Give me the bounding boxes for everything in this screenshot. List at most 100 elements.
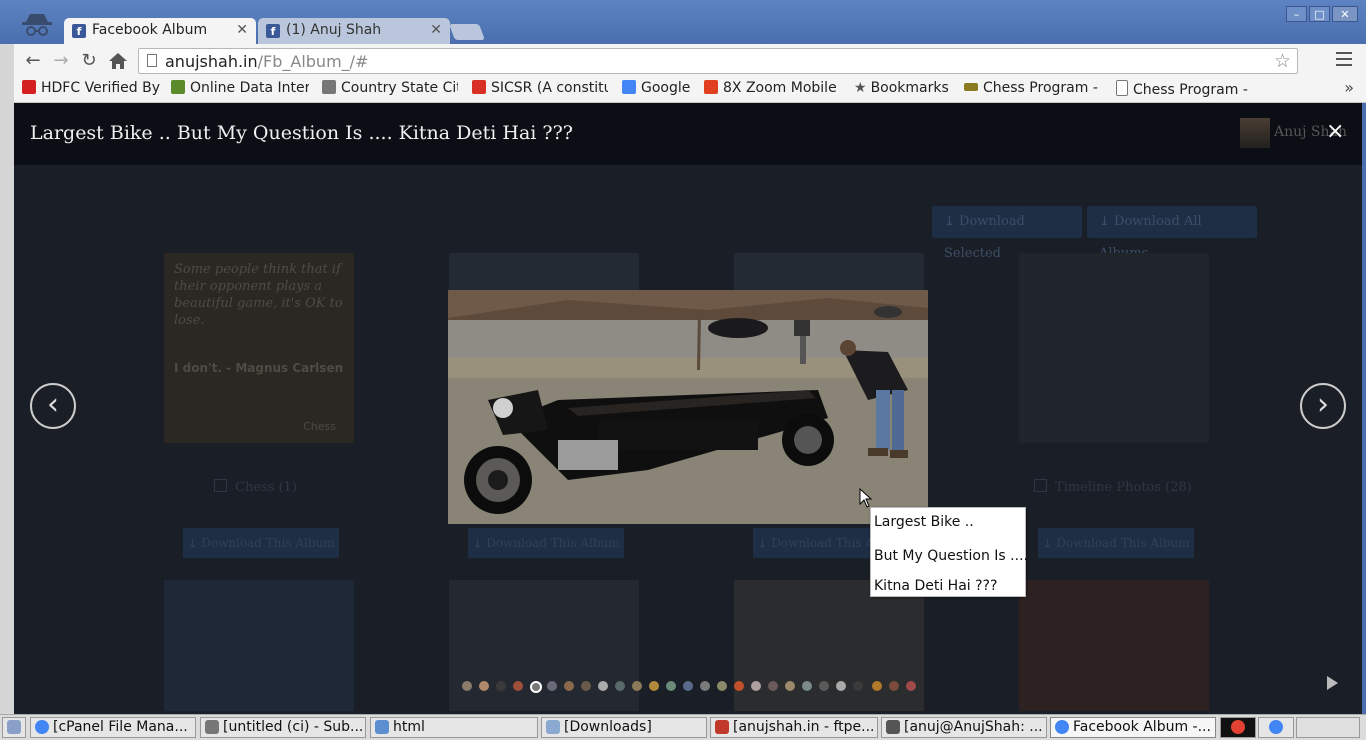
url-text: anujshah.in/Fb_Album_/# [165, 52, 369, 71]
bookmark-chess-program-2[interactable]: Chess Program - [1116, 80, 1250, 98]
tab-facebook-album[interactable]: f Facebook Album ✕ [64, 18, 256, 44]
chrome-icon [1231, 720, 1245, 734]
hdfc-icon [22, 80, 36, 94]
thumbnail-dot[interactable] [547, 681, 557, 691]
album-thumbnail-chess[interactable]: Some people think that if their opponent… [164, 253, 354, 443]
taskbar-item[interactable]: [Downloads] [541, 717, 707, 738]
thumbnail-dot[interactable] [889, 681, 899, 691]
thumbnail-dot[interactable] [530, 681, 542, 693]
show-desktop-button[interactable] [2, 717, 26, 738]
reload-icon[interactable]: ↻ [78, 50, 100, 72]
thumbnail-dot[interactable] [496, 681, 506, 691]
menu-icon[interactable] [1336, 52, 1352, 70]
thumbnail-dot[interactable] [683, 681, 693, 691]
taskbar-item[interactable]: Facebook Album -... [1050, 717, 1216, 738]
forward-arrow-icon[interactable]: → [50, 50, 72, 72]
lightbox-title: Largest Bike .. But My Question Is .... … [30, 122, 573, 144]
taskbar-item[interactable]: html [370, 717, 538, 738]
thumbnail-dot[interactable] [819, 681, 829, 691]
album-thumbnail-timeline[interactable] [1019, 253, 1209, 443]
browser-toolbar: ← → ↻ anujshah.in/Fb_Album_/# ☆ [14, 44, 1366, 78]
album-thumbnail[interactable] [734, 580, 924, 711]
taskbar-item[interactable]: [anujshah.in - ftpe... [710, 717, 878, 738]
chess-quote: Some people think that if their opponent… [174, 262, 343, 328]
taskbar-item[interactable]: [anuj@AnujShah: ... [881, 717, 1047, 738]
taskbar-item[interactable]: [cPanel File Mana... [30, 717, 196, 738]
thumbnail-dot[interactable] [581, 681, 591, 691]
album-thumbnail[interactable] [164, 580, 354, 711]
album-thumbnail[interactable] [449, 580, 639, 711]
download-album-button[interactable]: ⤓ Download This Album [183, 528, 339, 558]
close-lightbox-button[interactable]: × [1326, 119, 1344, 144]
bookmark-google[interactable]: Google [622, 80, 702, 96]
thumbnail-dot[interactable] [632, 681, 642, 691]
thumbnail-dot[interactable] [564, 681, 574, 691]
lightbox-photo [448, 290, 928, 524]
thumbnail-dot[interactable] [853, 681, 863, 691]
thumbnail-dot[interactable] [906, 681, 916, 691]
chess-icon [964, 83, 978, 91]
thumbnail-dot[interactable] [479, 681, 489, 691]
thumbnail-dot[interactable] [700, 681, 710, 691]
thumbnail-dot[interactable] [785, 681, 795, 691]
album-label-chess[interactable]: Chess (1) [214, 479, 297, 495]
thumbnail-dot[interactable] [768, 681, 778, 691]
maximize-button[interactable]: □ [1309, 6, 1330, 22]
bookmark-8x-zoom[interactable]: 8X Zoom Mobile [704, 80, 842, 96]
thumbnail-dot[interactable] [615, 681, 625, 691]
album-thumbnail[interactable] [1019, 580, 1209, 711]
bookmark-country-state[interactable]: Country State Cit [322, 80, 458, 96]
address-bar[interactable]: anujshah.in/Fb_Album_/# ☆ [138, 48, 1298, 74]
more-bookmarks-icon[interactable]: » [1344, 78, 1354, 97]
tray-chrome[interactable] [1258, 717, 1294, 738]
context-menu-item[interactable]: But My Question Is .... [874, 548, 1028, 564]
thumbnail-dot[interactable] [734, 681, 744, 691]
bookmark-sicsr[interactable]: SICSR (A constitu [472, 80, 608, 96]
download-selected-button[interactable]: ⤓ Download Selected [932, 206, 1082, 261]
context-menu-item[interactable]: Kitna Deti Hai ??? [874, 578, 997, 594]
context-menu-item[interactable]: Largest Bike .. [874, 514, 974, 530]
home-icon[interactable] [108, 52, 128, 70]
album-checkbox[interactable] [214, 479, 227, 492]
thumbnail-dot[interactable] [717, 681, 727, 691]
thumbnail-dot[interactable] [649, 681, 659, 691]
thumbnail-dot[interactable] [598, 681, 608, 691]
download-album-button[interactable]: ⤓ Download This Album [1038, 528, 1194, 558]
thumbnail-dot[interactable] [462, 681, 472, 691]
chrome-icon [1055, 720, 1069, 734]
close-tab-icon[interactable]: ✕ [236, 22, 248, 38]
previous-photo-button[interactable]: ‹ [30, 383, 76, 429]
desktop-icon [7, 720, 21, 734]
bookmark-star-icon[interactable]: ☆ [1274, 50, 1291, 72]
page-content: ⤓ Download Selected ⤓ Download All Album… [14, 103, 1362, 711]
incognito-icon [22, 14, 52, 36]
bookmark-chess-program-1[interactable]: Chess Program - [964, 80, 1098, 96]
bookmark-bookmarks[interactable]: ★ Bookmarks [854, 80, 958, 96]
thumbnail-dot[interactable] [802, 681, 812, 691]
thumbnail-dot[interactable] [513, 681, 523, 691]
tray-chrome[interactable] [1220, 717, 1256, 738]
close-tab-icon[interactable]: ✕ [430, 22, 442, 38]
download-album-button[interactable]: ⤓ Download This Album [468, 528, 624, 558]
next-photo-button[interactable]: › [1300, 383, 1346, 429]
thumbnail-dot[interactable] [751, 681, 761, 691]
context-menu: Largest Bike .. But My Question Is .... … [870, 507, 1028, 597]
bookmark-hdfc[interactable]: HDFC Verified By [22, 80, 168, 96]
folder-icon [375, 720, 389, 734]
facebook-icon: f [266, 24, 280, 38]
play-slideshow-icon[interactable] [1327, 676, 1338, 690]
close-window-button[interactable]: ✕ [1332, 6, 1358, 22]
download-all-albums-button[interactable]: ⤓ Download All Albums [1087, 206, 1257, 261]
new-tab-button[interactable] [449, 24, 485, 40]
bookmark-online-data[interactable]: Online Data Inter [171, 80, 309, 96]
tab-anuj-shah[interactable]: f (1) Anuj Shah ✕ [258, 18, 450, 44]
minimize-button[interactable]: – [1286, 6, 1307, 22]
thumbnail-dot[interactable] [666, 681, 676, 691]
thumbnail-dot[interactable] [836, 681, 846, 691]
back-arrow-icon[interactable]: ← [22, 50, 44, 72]
album-checkbox[interactable] [1034, 479, 1047, 492]
thumbnail-dot[interactable] [872, 681, 882, 691]
album-label-timeline[interactable]: Timeline Photos (28) [1034, 479, 1192, 495]
taskbar-item[interactable]: [untitled (ci) - Sub... [200, 717, 366, 738]
google-icon [622, 80, 636, 94]
